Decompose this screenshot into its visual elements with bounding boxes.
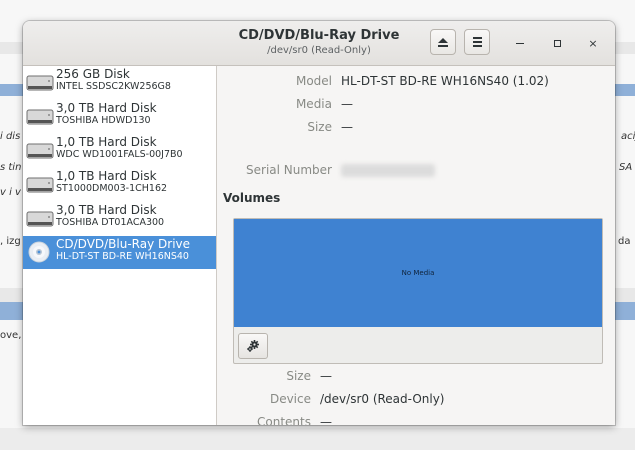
volumes-heading: Volumes (223, 191, 281, 205)
maximize-icon (553, 39, 561, 47)
drive-name: 1,0 TB Hard Disk (56, 169, 157, 183)
volume-size-value: — (320, 369, 332, 383)
volume-map[interactable]: No Media (234, 219, 602, 327)
background-text: v i v (0, 187, 21, 198)
contents-value: — (320, 415, 332, 425)
gear-icon (247, 340, 259, 352)
hamburger-menu-icon (472, 37, 482, 47)
maximize-button[interactable] (545, 31, 569, 55)
volume-map-frame: No Media (233, 218, 603, 364)
model-value: HL-DT-ST BD-RE WH16NS40 (1.02) (341, 74, 549, 88)
background-strip (0, 428, 635, 450)
eject-icon (438, 37, 448, 47)
size-label: Size (307, 120, 332, 134)
background-text: ove, (0, 330, 22, 341)
background-text: acij (621, 131, 635, 142)
drive-model: TOSHIBA DT01ACA300 (56, 217, 165, 228)
hard-disk-icon (26, 75, 54, 91)
drive-details: Model HL-DT-ST BD-RE WH16NS40 (1.02) Med… (217, 66, 615, 425)
drive-name: 3,0 TB Hard Disk (56, 101, 157, 115)
hard-disk-icon (26, 211, 54, 227)
drive-menu-button[interactable] (464, 29, 490, 55)
drive-name: 3,0 TB Hard Disk (56, 203, 157, 217)
background-text: SA (619, 162, 633, 173)
drive-item[interactable]: 1,0 TB Hard Disk WDC WD1001FALS-00J7B0 (23, 134, 216, 167)
drive-item[interactable]: 3,0 TB Hard Disk TOSHIBA HDWD130 (23, 100, 216, 133)
media-value: — (341, 97, 353, 111)
drive-model: INTEL SSDSC2KW256G8 (56, 81, 171, 92)
close-icon: × (588, 36, 598, 50)
header-bar[interactable]: CD/DVD/Blu-Ray Drive /dev/sr0 (Read-Only… (23, 21, 615, 66)
drive-name: CD/DVD/Blu-Ray Drive (56, 237, 191, 251)
background-text: i dis (0, 131, 21, 142)
model-label: Model (295, 74, 332, 88)
device-value: /dev/sr0 (Read-Only) (320, 392, 445, 406)
disks-window: CD/DVD/Blu-Ray Drive /dev/sr0 (Read-Only… (23, 21, 615, 425)
eject-button[interactable] (430, 29, 456, 55)
minimize-button[interactable] (508, 31, 532, 55)
drive-model: ST1000DM003-1CH162 (56, 183, 168, 194)
hard-disk-icon (26, 177, 54, 193)
drive-name: 256 GB Disk (56, 67, 130, 81)
close-button[interactable]: × (581, 31, 605, 55)
drive-item-selected[interactable]: CD/DVD/Blu-Ray Drive HL-DT-ST BD-RE WH16… (23, 236, 216, 269)
drive-model: WDC WD1001FALS-00J7B0 (56, 149, 183, 160)
serial-number-label: Serial Number (246, 163, 332, 177)
drive-item[interactable]: 256 GB Disk INTEL SSDSC2KW256G8 (23, 66, 216, 99)
drive-list: 256 GB Disk INTEL SSDSC2KW256G8 3,0 TB H… (23, 66, 217, 425)
background-text: da (618, 236, 631, 247)
background-text: s tin (0, 162, 22, 173)
drive-item[interactable]: 1,0 TB Hard Disk ST1000DM003-1CH162 (23, 168, 216, 201)
drive-model: HL-DT-ST BD-RE WH16NS40 (56, 251, 189, 262)
device-label: Device (269, 392, 311, 406)
drive-model: TOSHIBA HDWD130 (56, 115, 151, 126)
size-value: — (341, 120, 353, 134)
hard-disk-icon (26, 143, 54, 159)
volume-size-label: Size (286, 369, 311, 383)
drive-item[interactable]: 3,0 TB Hard Disk TOSHIBA DT01ACA300 (23, 202, 216, 235)
serial-number-redacted (341, 164, 435, 177)
media-label: Media (295, 97, 332, 111)
optical-disc-icon (28, 241, 50, 263)
volume-options-button[interactable] (238, 333, 268, 359)
no-media-text: No Media (401, 269, 435, 277)
background-text: , izg (0, 236, 21, 247)
minimize-icon (516, 42, 524, 44)
hard-disk-icon (26, 109, 54, 125)
drive-name: 1,0 TB Hard Disk (56, 135, 157, 149)
contents-label: Contents (257, 415, 311, 425)
